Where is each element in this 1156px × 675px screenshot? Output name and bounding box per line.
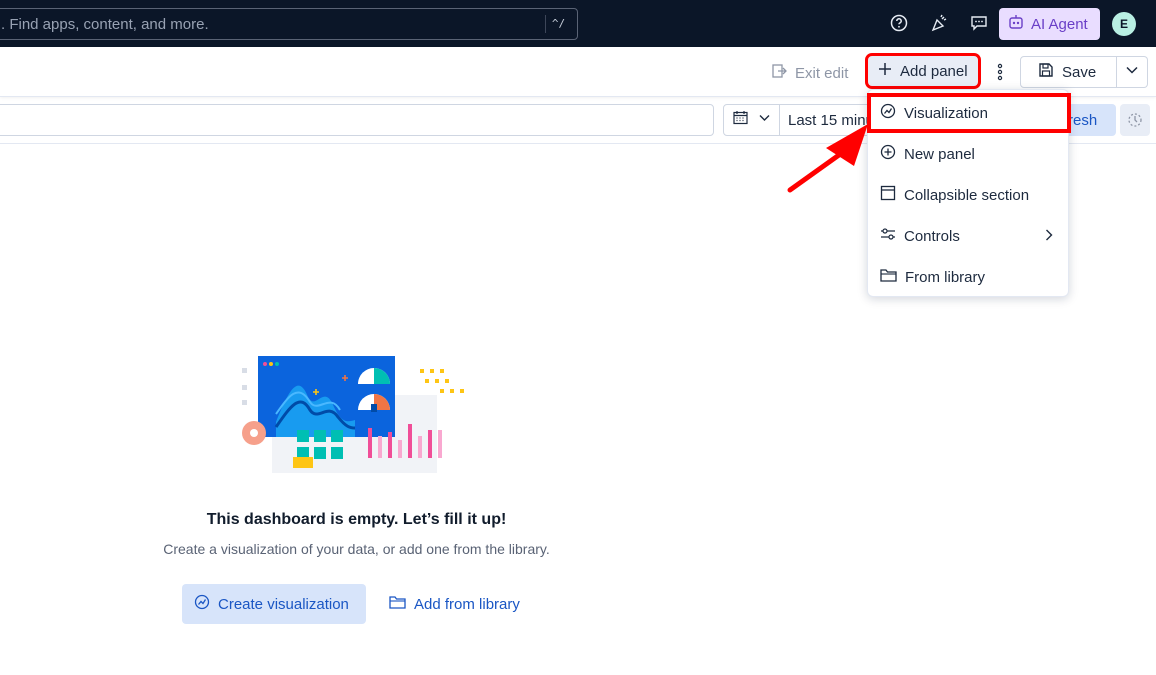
chevron-right-icon [1042,228,1056,246]
chevron-down-icon [1125,63,1139,82]
date-quick-menu[interactable] [724,105,780,135]
add-panel-menu: Visualization New panel Collapsible sect… [867,89,1071,297]
global-search-input[interactable]: . Find apps, content, and more. ^/ [0,8,578,40]
visualization-icon [194,594,210,614]
save-icon [1038,62,1054,82]
visualization-icon [880,103,896,123]
save-button[interactable]: Save [1020,56,1117,88]
add-panel-label: Add panel [900,62,968,80]
folder-icon [880,268,897,287]
add-panel-button[interactable]: Add panel [865,53,981,89]
exit-icon [771,63,787,83]
refresh-label: resh [1068,111,1098,129]
search-placeholder: . Find apps, content, and more. [1,16,209,33]
folder-icon [389,595,406,614]
create-visualization-label: Create visualization [218,595,349,613]
menu-item-from-library[interactable]: From library [868,258,1070,296]
save-label: Save [1062,63,1097,81]
add-from-library-button[interactable]: Add from library [389,584,520,624]
search-shortcut-badge: ^/ [545,15,571,33]
ai-agent-button[interactable]: AI Agent [999,8,1100,40]
annotation-arrow [780,118,876,203]
robot-icon [1007,13,1025,35]
menu-item-new-panel[interactable]: New panel [868,135,1070,173]
whats-new-icon[interactable] [928,12,950,34]
help-icon[interactable] [888,12,910,34]
empty-dashboard-illustration [238,352,478,482]
more-options-icon[interactable] [990,62,1010,82]
menu-item-label: Controls [904,227,960,245]
plus-icon [878,62,892,80]
create-visualization-button[interactable]: Create visualization [182,584,366,624]
menu-item-visualization[interactable]: Visualization [867,93,1071,133]
chevron-down-icon [758,111,771,129]
menu-item-label: From library [905,268,986,286]
menu-item-label: Visualization [904,104,988,122]
ai-agent-label: AI Agent [1031,15,1088,33]
exit-edit-button[interactable]: Exit edit [771,63,848,83]
exit-edit-label: Exit edit [795,64,849,82]
section-icon [880,185,896,205]
user-avatar[interactable]: E [1112,12,1136,36]
empty-state-subtitle: Create a visualization of your data, or … [163,541,550,557]
add-from-library-label: Add from library [414,595,520,613]
menu-item-label: New panel [904,145,975,163]
controls-icon [880,226,896,246]
plus-circle-icon [880,144,896,164]
feedback-icon[interactable] [968,12,990,34]
menu-item-label: Collapsible section [904,186,1030,204]
top-header-bar: . Find apps, content, and more. ^/ AI Ag… [0,0,1156,47]
empty-state-title: This dashboard is empty. Let’s fill it u… [206,511,507,528]
calendar-icon [732,110,748,130]
save-options-dropdown[interactable] [1116,56,1148,88]
menu-item-controls[interactable]: Controls [868,217,1070,255]
auto-refresh-icon[interactable] [1120,104,1150,136]
menu-item-collapsible-section[interactable]: Collapsible section [868,176,1070,214]
query-input[interactable] [0,104,714,136]
